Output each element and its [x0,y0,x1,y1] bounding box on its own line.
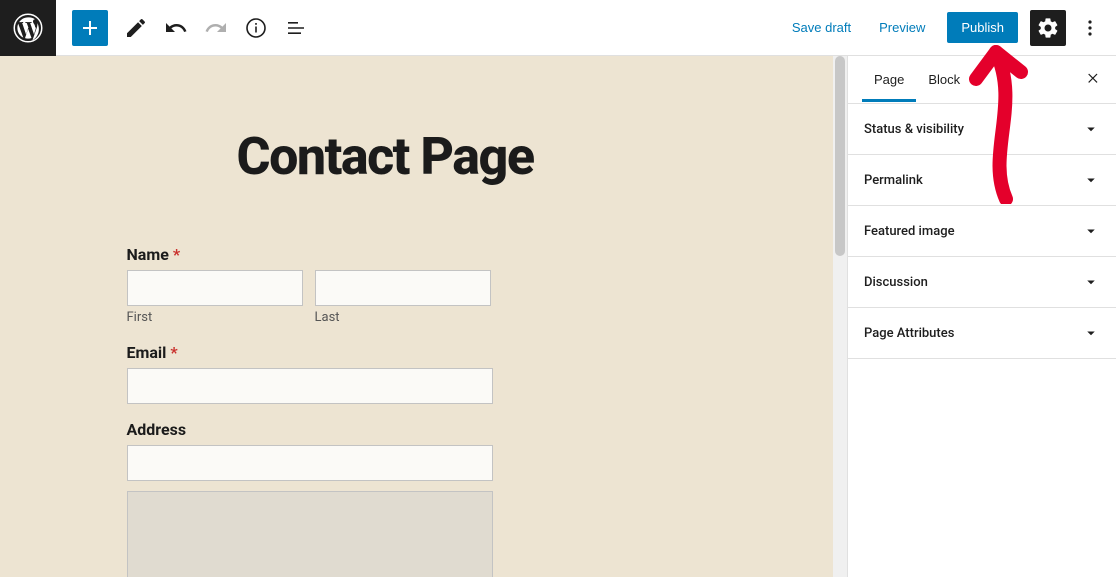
toolbar-right: Save draft Preview Publish [780,10,1108,46]
address-textarea[interactable] [127,491,493,577]
chevron-down-icon [1082,120,1100,138]
vertical-scrollbar[interactable] [833,56,847,577]
address-line1-input[interactable] [127,445,493,481]
name-row: First Last [127,270,707,325]
outline-button[interactable] [278,10,314,46]
panel-status-visibility[interactable]: Status & visibility [848,104,1116,155]
panel-label: Page Attributes [864,326,954,341]
save-draft-button[interactable]: Save draft [780,12,863,43]
toolbar-left [0,0,316,56]
add-block-button[interactable] [72,10,108,46]
preview-button[interactable]: Preview [867,12,937,43]
name-label: Name * [127,245,707,264]
list-icon [284,16,308,40]
first-name-col: First [127,270,303,325]
address-label: Address [127,420,707,439]
name-field-group: Name * First Last [127,245,707,325]
info-button[interactable] [238,10,274,46]
chevron-down-icon [1082,171,1100,189]
chevron-down-icon [1082,324,1100,342]
last-sublabel: Last [315,310,491,325]
required-mark: * [173,245,180,264]
required-mark: * [170,343,177,362]
info-icon [244,16,268,40]
more-menu-button[interactable] [1074,10,1106,46]
first-name-input[interactable] [127,270,303,306]
close-sidebar-button[interactable] [1080,66,1108,94]
panel-label: Discussion [864,275,928,290]
tab-page[interactable]: Page [862,58,916,101]
redo-button[interactable] [198,10,234,46]
last-name-col: Last [315,270,491,325]
tab-block[interactable]: Block [916,58,972,101]
main-area: Contact Page Name * First [0,56,1116,577]
wordpress-icon [13,13,43,43]
undo-button[interactable] [158,10,194,46]
redo-icon [204,16,228,40]
email-label-text: Email [127,343,167,362]
editor-toolbar: Save draft Preview Publish [0,0,1116,56]
last-name-input[interactable] [315,270,491,306]
editor-canvas[interactable]: Contact Page Name * First [0,56,833,577]
panel-discussion[interactable]: Discussion [848,257,1116,308]
chevron-down-icon [1082,222,1100,240]
plus-icon [78,16,102,40]
panel-featured-image[interactable]: Featured image [848,206,1116,257]
settings-sidebar: Page Block Status & visibility Permalink… [848,56,1116,577]
email-input[interactable] [127,368,493,404]
edit-mode-button[interactable] [118,10,154,46]
sidebar-tabs: Page Block [848,56,1116,104]
panel-permalink[interactable]: Permalink [848,155,1116,206]
email-field-group: Email * [127,343,707,404]
scrollbar-thumb[interactable] [835,56,845,256]
address-field-group: Address [127,420,707,577]
page-title[interactable]: Contact Page [237,128,707,185]
name-label-text: Name [127,245,169,264]
wordpress-logo[interactable] [0,0,56,56]
dots-vertical-icon [1078,16,1102,40]
undo-icon [164,16,188,40]
close-icon [1085,71,1103,89]
settings-button[interactable] [1030,10,1066,46]
editor-canvas-wrap: Contact Page Name * First [0,56,848,577]
pencil-icon [124,16,148,40]
gear-icon [1036,16,1060,40]
publish-button[interactable]: Publish [947,12,1018,43]
first-sublabel: First [127,310,303,325]
panel-label: Status & visibility [864,122,964,137]
panel-page-attributes[interactable]: Page Attributes [848,308,1116,359]
chevron-down-icon [1082,273,1100,291]
page-content: Contact Page Name * First [127,56,707,577]
panel-label: Featured image [864,224,955,239]
panel-label: Permalink [864,173,923,188]
contact-form: Name * First Last [127,245,707,577]
email-label: Email * [127,343,707,362]
